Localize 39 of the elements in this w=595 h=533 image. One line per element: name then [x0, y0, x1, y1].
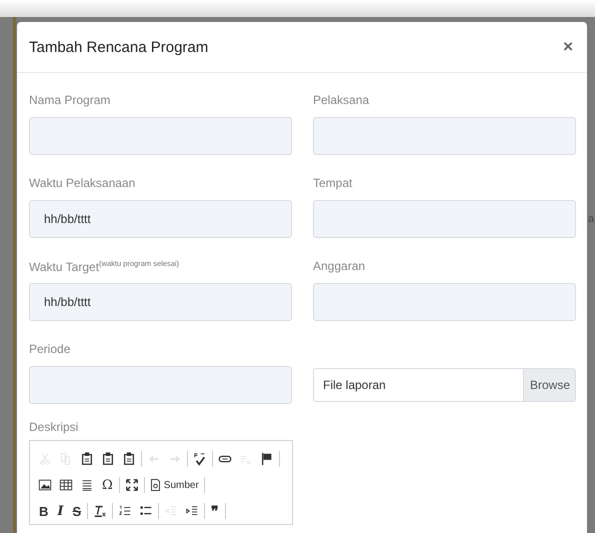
- field-label: Nama Program: [29, 93, 110, 107]
- image-icon[interactable]: [38, 478, 52, 492]
- input-field[interactable]: [313, 117, 576, 155]
- document-icon: [150, 479, 161, 491]
- maximize-icon[interactable]: [124, 478, 139, 492]
- field-label: Anggaran: [313, 259, 366, 273]
- table-icon[interactable]: [59, 478, 73, 492]
- modal-title: Tambah Rencana Program: [29, 38, 208, 56]
- flag-icon[interactable]: [260, 452, 274, 466]
- field-label: Pelaksana: [313, 93, 370, 107]
- field-note: (waktu program selesai): [99, 259, 180, 268]
- format-button[interactable]: ❞: [208, 502, 222, 520]
- lines-icon[interactable]: [80, 478, 94, 492]
- field-label: Periode: [29, 342, 70, 356]
- format-button[interactable]: I: [54, 504, 66, 518]
- field-label: Waktu Target: [29, 260, 100, 274]
- field-label: Deskripsi: [29, 420, 78, 434]
- clipboard-icon[interactable]: [122, 452, 136, 466]
- input-field[interactable]: [29, 117, 292, 155]
- close-button[interactable]: ×: [561, 37, 575, 57]
- format-button[interactable]: S: [69, 504, 84, 518]
- date-field[interactable]: hh/bb/tttt: [29, 200, 292, 238]
- source-button[interactable]: Sumber: [148, 479, 201, 491]
- field-label: Tempat: [313, 176, 352, 190]
- background-text: a: [588, 213, 594, 225]
- format-button[interactable]: B: [36, 504, 52, 518]
- clear-format-icon[interactable]: [93, 504, 108, 518]
- input-field[interactable]: [313, 283, 576, 321]
- clipboard-icon[interactable]: [80, 452, 94, 466]
- numbered-list-icon[interactable]: [118, 504, 132, 518]
- spellcheck-icon[interactable]: [193, 452, 207, 466]
- field-label: Waktu Pelaksanaan: [29, 176, 136, 190]
- bullet-list-icon[interactable]: [139, 504, 154, 518]
- format-button[interactable]: Ω: [99, 478, 116, 492]
- date-field[interactable]: hh/bb/tttt: [29, 283, 292, 321]
- clipboard-icon[interactable]: [101, 452, 115, 466]
- input-field[interactable]: [29, 366, 292, 404]
- input-field[interactable]: [313, 200, 576, 238]
- indent-icon[interactable]: [185, 504, 200, 518]
